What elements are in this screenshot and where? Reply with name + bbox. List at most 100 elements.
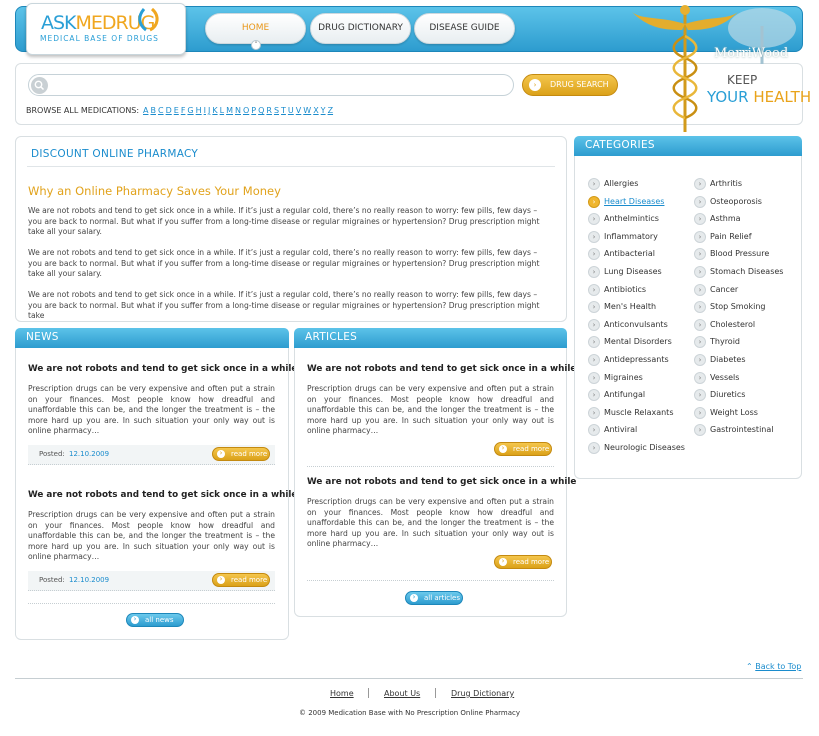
category-label: Antifungal [604, 390, 646, 400]
category-label: Inflammatory [604, 231, 658, 241]
categories-title: CATEGORIES [574, 136, 802, 156]
category-label: Gastrointestinal [710, 425, 774, 435]
article-item-title[interactable]: We are not robots and tend to get sick o… [307, 477, 576, 487]
category-label: Stomach Diseases [710, 267, 784, 276]
articles-title: ARTICLES [294, 328, 567, 348]
letter-link[interactable]: P [251, 106, 256, 115]
letter-link[interactable]: U [288, 106, 294, 115]
nav-drug-dictionary[interactable]: DRUG DICTIONARY [310, 13, 411, 44]
arrow-right-icon: › [694, 318, 706, 331]
search-input[interactable] [54, 76, 509, 94]
letter-link[interactable]: D [166, 106, 172, 115]
footer-link-about[interactable]: About Us [384, 689, 420, 698]
letter-link[interactable]: Q [258, 106, 264, 115]
footer-separator [435, 688, 436, 698]
category-label: Osteoporosis [710, 196, 762, 206]
arrow-right-icon: › [588, 406, 600, 419]
site-logo[interactable]: ASKMEDRUG MEDICAL BASE OF DRUGS [26, 3, 186, 55]
news-item-body: Prescription drugs can be very expensive… [28, 384, 275, 436]
arrow-right-icon: › [694, 283, 706, 296]
arrow-right-icon: › [588, 283, 600, 296]
category-label: Heart Diseases [604, 196, 665, 206]
arrow-right-icon: › [694, 406, 706, 419]
category-label: Antidepressants [604, 355, 669, 364]
divider [28, 603, 275, 604]
drug-search-button[interactable]: › DRUG SEARCH [522, 74, 618, 96]
category-label: Men's Health [604, 302, 657, 312]
footer-divider [15, 678, 803, 679]
logo-tagline: MEDICAL BASE OF DRUGS [40, 34, 159, 43]
chevron-up-icon: ˄ [251, 40, 261, 50]
divider [27, 166, 555, 167]
letter-link[interactable]: J [208, 106, 210, 115]
read-more-button[interactable]: read more [212, 573, 270, 587]
arrow-right-icon: › [588, 442, 600, 454]
footer-link-home[interactable]: Home [330, 689, 354, 698]
letter-link[interactable]: Z [328, 106, 333, 115]
all-news-button[interactable]: all news [126, 613, 184, 627]
news-item-title[interactable]: We are not robots and tend to get sick o… [28, 364, 297, 374]
footer-link-drug-dictionary[interactable]: Drug Dictionary [451, 689, 514, 698]
letter-link[interactable]: A [143, 106, 148, 115]
letter-link[interactable]: X [313, 106, 318, 115]
category-label: Mental Disorders [604, 337, 672, 347]
discount-title: DISCOUNT ONLINE PHARMACY [31, 148, 199, 160]
letter-link[interactable]: C [158, 106, 164, 115]
category-label: Antibacterial [604, 249, 655, 259]
letter-link[interactable]: S [274, 106, 279, 115]
article-item-body: Prescription drugs can be very expensive… [307, 384, 554, 436]
brand-watermark: MorriWood [714, 46, 789, 61]
news-title: NEWS [15, 328, 289, 348]
category-label: Arthritis [710, 179, 743, 188]
category-label: Neurologic Diseases [604, 443, 685, 452]
slogan-your-health: YOUR HEALTH [707, 88, 812, 106]
letter-link[interactable]: M [226, 106, 233, 115]
article-item-body: Prescription drugs can be very expensive… [307, 497, 554, 549]
category-label: Allergies [604, 179, 639, 188]
letter-link[interactable]: K [212, 106, 217, 115]
letter-link[interactable]: Y [321, 106, 326, 115]
category-label: Antiviral [604, 425, 638, 435]
arrow-right-icon: › [694, 178, 706, 190]
letter-link[interactable]: T [281, 106, 286, 115]
browse-label: BROWSE ALL MEDICATIONS: [26, 106, 140, 115]
letter-link[interactable]: W [303, 106, 311, 115]
letter-link[interactable]: H [196, 106, 202, 115]
capsule-icon [138, 7, 159, 32]
category-label: Muscle Relaxants [604, 407, 674, 417]
arrow-right-icon: › [694, 195, 706, 208]
read-more-button[interactable]: read more [494, 442, 552, 456]
category-label: Stop Smoking [710, 302, 766, 312]
article-item-title[interactable]: We are not robots and tend to get sick o… [307, 364, 576, 374]
read-more-button[interactable]: read more [494, 555, 552, 569]
letter-link[interactable]: L [220, 106, 224, 115]
category-label: Cancer [710, 284, 739, 294]
slogan-keep: KEEP [727, 73, 758, 87]
letter-link[interactable]: F [181, 106, 186, 115]
back-to-top[interactable]: ⌃ Back to Top [746, 662, 801, 671]
category-label: Lung Diseases [604, 267, 662, 276]
arrow-right-icon: › [694, 371, 706, 384]
category-label: Anticonvulsants [604, 319, 668, 329]
letter-link[interactable]: N [235, 106, 241, 115]
category-label: Weight Loss [710, 407, 758, 417]
letter-link[interactable]: I [204, 106, 206, 115]
letter-link[interactable]: E [174, 106, 179, 115]
news-item-title[interactable]: We are not robots and tend to get sick o… [28, 490, 297, 500]
discount-paragraph: We are not robots and tend to get sick o… [28, 206, 540, 237]
browse-medications: BROWSE ALL MEDICATIONS: ABCDEFGHIJKLMNOP… [26, 106, 333, 115]
letter-link[interactable]: V [296, 106, 301, 115]
letter-link[interactable]: B [150, 106, 156, 115]
letter-link[interactable]: R [266, 106, 272, 115]
read-more-button[interactable]: read more [212, 447, 270, 461]
letter-link[interactable]: O [243, 106, 249, 115]
all-articles-button[interactable]: all articles [405, 591, 463, 605]
arrow-right-icon: › [529, 79, 541, 91]
nav-disease-guide[interactable]: DISEASE GUIDE [414, 13, 515, 44]
category-label: Migraines [604, 372, 643, 382]
chevron-up-icon: ⌃ [746, 662, 756, 671]
arrow-right-icon: › [588, 318, 600, 331]
news-panel [15, 328, 289, 640]
letter-link[interactable]: G [187, 106, 193, 115]
alphabet-links: ABCDEFGHIJKLMNOPQRSTUVWXYZ [143, 106, 335, 115]
